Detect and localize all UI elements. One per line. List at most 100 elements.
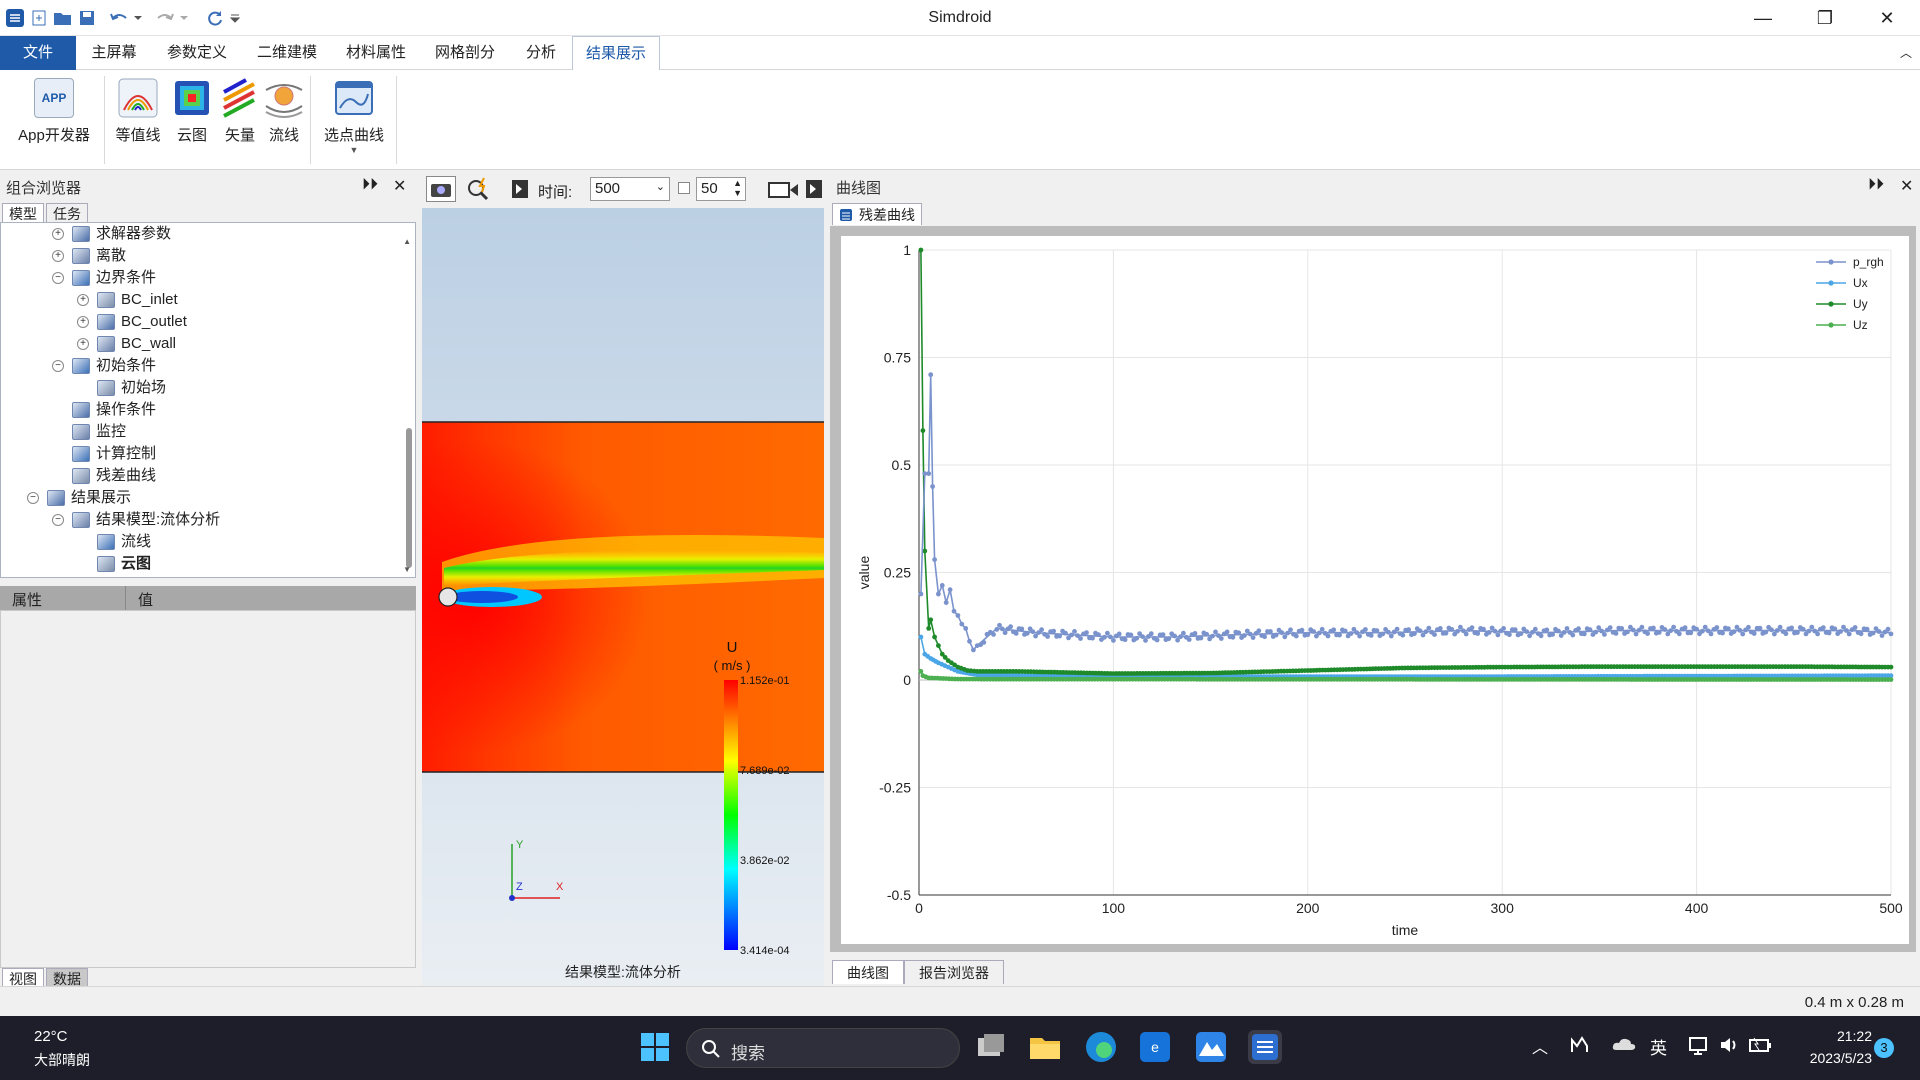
tree-scrollbar-thumb[interactable] (406, 428, 412, 568)
tree-item[interactable]: + BC_inlet (77, 289, 178, 311)
weather-temp[interactable]: 22°C (34, 1028, 68, 1045)
expand-icon[interactable]: + (77, 316, 89, 328)
tab-mesh[interactable]: 网格剖分 (426, 36, 504, 70)
input-language-indicator[interactable]: 英 (1650, 1034, 1667, 1059)
tab-parameters[interactable]: 参数定义 (158, 36, 236, 70)
battery-icon[interactable] (1748, 1034, 1772, 1060)
legend-marker-Uy (1828, 301, 1834, 307)
clock-time[interactable]: 21:22 (1792, 1028, 1872, 1044)
tree-item[interactable]: − 初始条件 (52, 355, 156, 377)
series-point-p_rgh (1888, 631, 1894, 637)
close-panel-icon[interactable]: ✕ (1900, 176, 1913, 196)
collapse-icon[interactable]: − (52, 514, 64, 526)
tab-results[interactable]: 结果展示 (572, 36, 660, 71)
axis-x-label: X (556, 881, 564, 893)
task-view-icon[interactable] (974, 1030, 1008, 1064)
video-record-icon[interactable] (768, 180, 800, 204)
notification-badge[interactable]: 3 (1874, 1038, 1894, 1058)
tree-item[interactable]: + BC_wall (77, 333, 176, 355)
volume-icon[interactable] (1718, 1034, 1740, 1060)
collapse-icon[interactable]: − (52, 272, 64, 284)
tree-item[interactable]: 监控 (52, 421, 126, 443)
expand-icon[interactable]: + (52, 250, 64, 262)
close-panel-icon[interactable]: ✕ (393, 176, 406, 196)
cloud-map-button[interactable]: 云图 (170, 78, 214, 145)
tree-item[interactable]: 云图 (77, 553, 151, 575)
step-checkbox[interactable] (678, 182, 690, 194)
series-point-p_rgh (1550, 632, 1555, 637)
series-point-p_rgh (1443, 630, 1449, 636)
tree-item[interactable]: − 结果展示 (27, 487, 131, 509)
start-button-icon[interactable] (638, 1030, 672, 1064)
time-select[interactable]: 500 ⌄ (590, 177, 670, 201)
tab-residual-curve[interactable]: 残差曲线 (832, 203, 922, 225)
streamline-button[interactable]: 流线 (264, 78, 304, 145)
tray-expand-icon[interactable]: ︿ (1532, 1034, 1548, 1058)
animation-frame-icon[interactable] (510, 178, 530, 204)
tree-item[interactable]: + 求解器参数 (52, 223, 171, 245)
tab-data[interactable]: 数据 (46, 968, 88, 988)
spin-arrows-icon[interactable]: ▲ ▼ (733, 178, 742, 198)
animation-play-icon[interactable] (804, 178, 824, 204)
app-developer-button[interactable]: APP App开发器 (12, 78, 96, 145)
tab-model[interactable]: 模型 (2, 203, 44, 223)
clock-date[interactable]: 2023/5/23 (1792, 1050, 1872, 1066)
series-point-p_rgh (1319, 626, 1325, 632)
tab-report-browser[interactable]: 报告浏览器 (904, 960, 1004, 984)
tab-2d-modeling[interactable]: 二维建模 (248, 36, 326, 70)
expand-panel-icon[interactable]: ⏵⏵ (1868, 176, 1884, 194)
onedrive-cloud-icon[interactable] (1612, 1036, 1636, 1056)
tree-item[interactable]: 操作条件 (52, 399, 156, 421)
restore-button[interactable]: ❐ (1796, 0, 1854, 36)
tree-item[interactable]: + 离散 (52, 245, 126, 267)
point-curve-button[interactable]: 选点曲线 ▼ (318, 78, 390, 155)
streamline-icon (97, 534, 115, 550)
residual-chart[interactable]: 0 100 200 300 400 500 -0.5 -0.25 0 0.25 0.5 0.75 1 ti… (841, 236, 1909, 944)
simdroid-active-icon[interactable] (1248, 1030, 1282, 1064)
tree-item[interactable]: − 结果模型:流体分析 (52, 509, 220, 531)
tab-view[interactable]: 视图 (2, 968, 44, 988)
series-point-p_rgh (918, 591, 924, 597)
expand-icon[interactable]: + (77, 294, 89, 306)
vector-button[interactable]: 矢量 (218, 78, 262, 145)
simdroid-mountain-icon[interactable] (1194, 1030, 1228, 1064)
scroll-down-icon[interactable]: ▼ (403, 565, 411, 574)
tab-file[interactable]: 文件 (0, 36, 76, 70)
ribbon-collapse-icon[interactable]: ︿ (1894, 36, 1918, 70)
tree-item[interactable]: 计算控制 (52, 443, 156, 465)
tree-item[interactable]: − 边界条件 (52, 267, 156, 289)
scroll-up-icon[interactable]: ▲ (403, 237, 411, 246)
expand-panel-icon[interactable]: ⏵⏵ (362, 176, 378, 194)
tray-app-icon[interactable] (1570, 1034, 1592, 1060)
tab-home[interactable]: 主屏幕 (82, 36, 146, 70)
series-point-p_rgh (1181, 630, 1186, 636)
property-header: 属性 值 (0, 586, 416, 610)
minimize-button[interactable]: — (1734, 0, 1792, 36)
screenshot-camera-icon[interactable] (426, 176, 456, 202)
tree-item[interactable]: + BC_outlet (77, 311, 187, 333)
collapse-icon[interactable]: − (52, 360, 64, 372)
tree-item[interactable]: 流线 (77, 531, 151, 553)
point-curve-dropdown-icon[interactable]: ▼ (318, 145, 390, 155)
file-explorer-icon[interactable] (1028, 1030, 1062, 1064)
edge-browser-icon[interactable] (1084, 1030, 1118, 1064)
expand-icon[interactable]: + (52, 228, 64, 240)
tree-item[interactable]: 残差曲线 (52, 465, 156, 487)
expand-icon[interactable]: + (77, 338, 89, 350)
step-spinbox[interactable]: 50 ▲ ▼ (696, 177, 746, 201)
result-viewport[interactable]: U ( m/s ) 1.152e-01 7.689e-02 3.862e-02 … (422, 208, 824, 986)
tab-task[interactable]: 任务 (46, 203, 88, 223)
tab-curve-chart[interactable]: 曲线图 (832, 960, 904, 984)
tab-material[interactable]: 材料属性 (338, 36, 414, 70)
weather-desc[interactable]: 大部晴朗 (34, 1050, 90, 1070)
simdroid-alt-icon[interactable]: e (1138, 1030, 1172, 1064)
taskbar-search[interactable]: 搜索 (686, 1028, 960, 1068)
tab-analysis[interactable]: 分析 (516, 36, 566, 70)
contour-button[interactable]: 等值线 (112, 78, 164, 145)
zoom-probe-icon[interactable] (466, 176, 492, 206)
tree-item[interactable]: 初始场 (77, 377, 166, 399)
collapse-icon[interactable]: − (27, 492, 39, 504)
network-icon[interactable] (1688, 1034, 1710, 1060)
close-button[interactable]: ✕ (1858, 0, 1916, 36)
